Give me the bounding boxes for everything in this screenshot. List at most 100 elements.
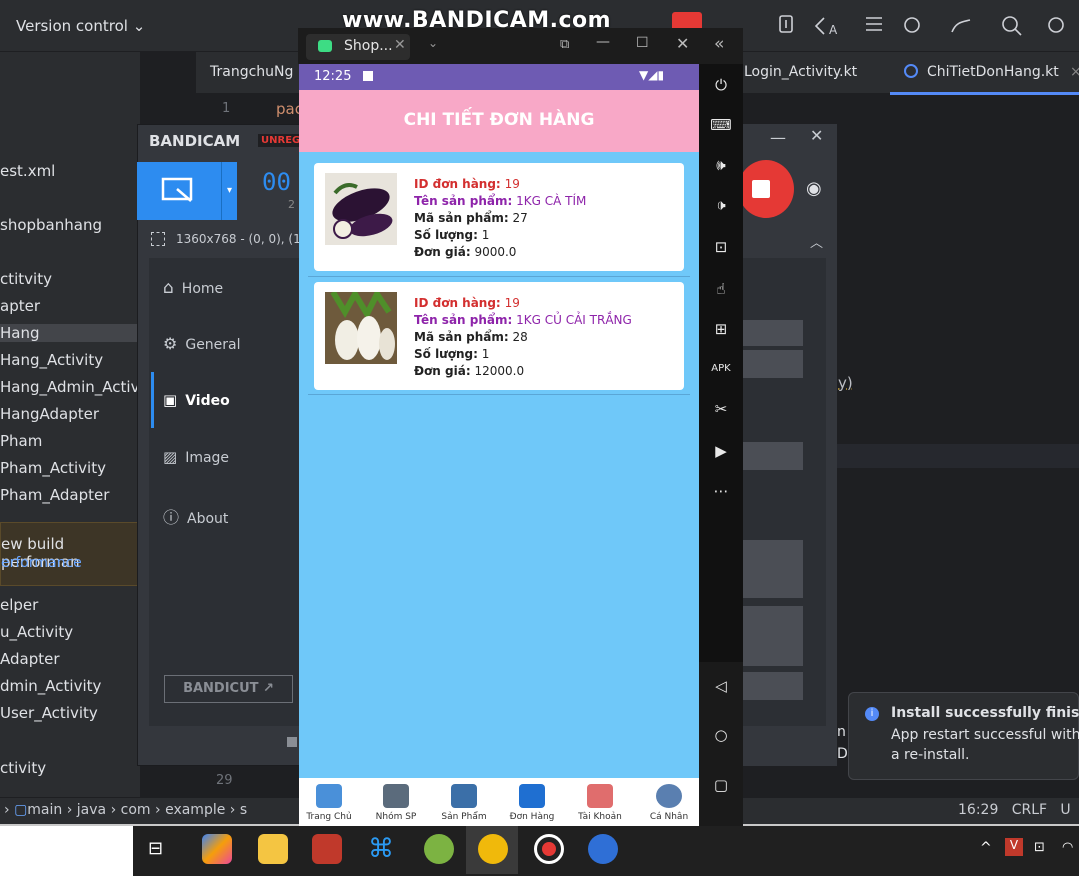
tree-item[interactable]: ctivity — [0, 759, 46, 777]
orders-icon[interactable] — [519, 784, 545, 808]
menu-image[interactable]: ▨ Image — [163, 448, 229, 466]
group-icon[interactable] — [383, 784, 409, 808]
tree-item[interactable]: Pham_Adapter — [0, 486, 109, 504]
tree-item[interactable]: ctitvity — [0, 270, 52, 288]
tree-item[interactable]: Hang — [0, 324, 140, 342]
screenshot-icon[interactable]: ⊡ — [710, 238, 732, 256]
camera-record-icon[interactable]: ▶ — [710, 442, 732, 460]
close-tab-icon[interactable]: × — [1070, 64, 1079, 80]
signal-battery-icon: ▼◢▮ — [639, 68, 665, 82]
screen-select-icon — [161, 177, 193, 202]
minimize-icon[interactable]: — — [770, 128, 786, 147]
volume-down-icon[interactable]: 🕩 — [710, 196, 732, 214]
tray-network-icon[interactable]: ⊡ — [1034, 840, 1045, 855]
bandicam-icon[interactable] — [478, 834, 508, 864]
back-icon[interactable]: ◁ — [710, 677, 732, 695]
app-icon[interactable] — [312, 834, 342, 864]
option-field[interactable] — [743, 540, 803, 598]
close-tab-icon[interactable]: ✕ — [394, 37, 406, 53]
keyboard-icon[interactable]: ⌨ — [710, 116, 732, 134]
nav-account[interactable]: Tài Khoản — [570, 812, 630, 822]
tab-chitietdonhang[interactable]: ChiTietDonHang.kt — [927, 64, 1059, 80]
snap-icon[interactable]: ⧉ — [560, 37, 569, 52]
breadcrumb-item[interactable]: example — [165, 802, 225, 818]
menu-video[interactable]: ▣ Video — [163, 391, 230, 409]
nav-products[interactable]: Sản Phẩm — [434, 812, 494, 822]
order-card[interactable]: ID đơn hàng: 19 Tên sản phẩm: 1KG CÀ TÍM M… — [314, 163, 684, 271]
breadcrumb-item[interactable]: com — [121, 802, 151, 818]
tab-login-activity[interactable]: Login_Activity.kt — [744, 64, 857, 80]
breadcrumb-item[interactable]: java — [77, 802, 106, 818]
overview-icon[interactable]: ▢ — [710, 776, 732, 794]
tray-chevron-icon[interactable]: ^ — [980, 840, 992, 856]
file-explorer-icon[interactable] — [258, 834, 288, 864]
close-icon[interactable]: ✕ — [676, 34, 689, 53]
bandicut-button[interactable]: BANDICUT ↗ — [164, 675, 293, 703]
option-field[interactable] — [743, 320, 803, 346]
tree-item[interactable]: Pham_Activity — [0, 459, 106, 477]
tree-item[interactable]: Pham — [0, 432, 42, 450]
copilot-icon[interactable] — [202, 834, 232, 864]
camera-icon[interactable]: ◉ — [806, 178, 822, 199]
nav-profile[interactable]: Cá Nhân — [639, 812, 699, 822]
menu-home[interactable]: ⌂ Home — [163, 278, 223, 298]
products-icon[interactable] — [451, 784, 477, 808]
tree-item[interactable]: Hang_Admin_Activit — [0, 378, 150, 396]
tree-item[interactable]: User_Activity — [0, 704, 98, 722]
notification-link[interactable]: erformance — [1, 555, 82, 571]
collapse-icon[interactable]: ︿ — [810, 232, 823, 251]
chevron-down-icon[interactable]: ⌄ — [428, 36, 438, 50]
home-icon[interactable]: ○ — [710, 726, 732, 744]
record-button[interactable] — [738, 160, 794, 218]
vscode-icon[interactable]: ⌘ — [366, 834, 396, 864]
power-icon[interactable]: ⏻ — [710, 76, 732, 94]
minimize-icon[interactable]: — — [596, 34, 610, 50]
more-icon[interactable]: ⋯ — [710, 482, 732, 500]
install-notification[interactable]: i Install successfully finished App rest… — [848, 692, 1079, 780]
screen-mode-button[interactable] — [137, 162, 221, 220]
stop-icon — [752, 180, 770, 198]
order-card[interactable]: ID đơn hàng: 19 Tên sản phẩm: 1KG CỦ CẢI … — [314, 282, 684, 390]
nav-group[interactable]: Nhóm SP — [366, 812, 426, 822]
option-field[interactable] — [743, 672, 803, 700]
ide-toolbar-icons[interactable]: A — [774, 12, 1064, 40]
tree-item[interactable]: Hang_Activity — [0, 351, 103, 369]
home-icon[interactable] — [316, 784, 342, 808]
account-icon[interactable] — [587, 784, 613, 808]
tray-app-icon[interactable]: V — [1005, 838, 1023, 856]
version-control-menu[interactable]: Version control ⌄ — [16, 17, 145, 35]
breadcrumb-item[interactable]: s — [240, 802, 247, 818]
tab-trangchu[interactable]: TrangchuNg — [210, 64, 293, 80]
nav-orders[interactable]: Đơn Hàng — [502, 812, 562, 822]
mode-dropdown-icon[interactable]: ▾ — [221, 162, 237, 220]
task-view-icon[interactable]: ⊟ — [148, 838, 163, 859]
tree-item[interactable]: Adapter — [0, 650, 60, 668]
profile-icon[interactable] — [656, 784, 682, 808]
add-icon[interactable]: ⊞ — [710, 320, 732, 338]
menu-about[interactable]: ⓘ About — [163, 504, 228, 528]
tree-item[interactable]: elper — [0, 596, 38, 614]
tree-item[interactable]: apter — [0, 297, 40, 315]
touch-icon[interactable]: ☝ — [710, 280, 732, 298]
build-performance-notification: ew build performan erformance — [0, 522, 140, 586]
android-studio-icon[interactable] — [424, 834, 454, 864]
scissors-icon[interactable]: ✂ — [710, 400, 732, 418]
tray-wifi-icon[interactable]: ◠ — [1062, 840, 1073, 855]
close-icon[interactable]: ✕ — [810, 126, 823, 145]
maximize-icon[interactable]: ☐ — [636, 35, 649, 51]
menu-general[interactable]: ⚙ General — [163, 334, 241, 353]
tree-item[interactable]: HangAdapter — [0, 405, 99, 423]
option-field[interactable] — [743, 442, 803, 470]
tree-item[interactable]: dmin_Activity — [0, 677, 101, 695]
option-field[interactable] — [743, 350, 803, 378]
option-field[interactable] — [743, 606, 803, 666]
volume-up-icon[interactable]: 🕪 — [710, 156, 732, 174]
tree-item[interactable]: u_Activity — [0, 623, 73, 641]
apk-icon[interactable]: APK — [710, 360, 732, 378]
collapse-icon[interactable]: « — [714, 34, 724, 54]
breadcrumb-item[interactable]: main — [27, 802, 62, 818]
emulator-icon[interactable] — [588, 834, 618, 864]
tree-item[interactable]: shopbanhang — [0, 216, 102, 234]
tree-item[interactable]: est.xml — [0, 162, 55, 180]
nav-home[interactable]: Trang Chủ — [299, 812, 359, 822]
